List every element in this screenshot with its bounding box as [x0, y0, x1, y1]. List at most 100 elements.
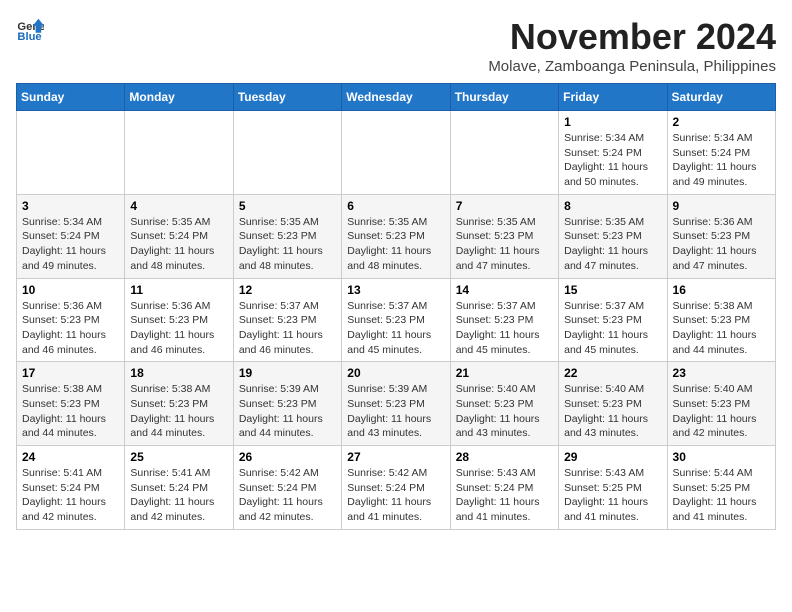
- day-info: Sunrise: 5:39 AM Sunset: 5:23 PM Dayligh…: [239, 382, 336, 441]
- day-info: Sunrise: 5:37 AM Sunset: 5:23 PM Dayligh…: [239, 299, 336, 358]
- calendar-cell: 21 Sunrise: 5:40 AM Sunset: 5:23 PM Dayli…: [450, 362, 558, 446]
- day-number: 26: [239, 450, 336, 464]
- calendar-cell: 15 Sunrise: 5:37 AM Sunset: 5:23 PM Dayli…: [559, 278, 667, 362]
- day-info: Sunrise: 5:35 AM Sunset: 5:23 PM Dayligh…: [456, 215, 553, 274]
- weekday-header-row: SundayMondayTuesdayWednesdayThursdayFrid…: [17, 84, 776, 111]
- day-info: Sunrise: 5:35 AM Sunset: 5:23 PM Dayligh…: [564, 215, 661, 274]
- calendar-cell: 5Sunrise: 5:35 AM Sunset: 5:23 PM Daylig…: [233, 194, 341, 278]
- day-number: 7: [456, 199, 553, 213]
- calendar-cell: 3 Sunrise: 5:34 AM Sunset: 5:24 PM Daylig…: [17, 194, 125, 278]
- calendar-cell: 18 Sunrise: 5:38 AM Sunset: 5:23 PM Dayli…: [125, 362, 233, 446]
- calendar-cell: 19 Sunrise: 5:39 AM Sunset: 5:23 PM Dayli…: [233, 362, 341, 446]
- day-number: 20: [347, 366, 444, 380]
- day-info: Sunrise: 5:42 AM Sunset: 5:24 PM Dayligh…: [347, 466, 444, 525]
- calendar-cell: 24Sunrise: 5:41 AM Sunset: 5:24 PM Dayli…: [17, 446, 125, 530]
- calendar: SundayMondayTuesdayWednesdayThursdayFrid…: [16, 83, 776, 530]
- day-info: Sunrise: 5:37 AM Sunset: 5:23 PM Dayligh…: [456, 299, 553, 358]
- day-number: 11: [130, 283, 227, 297]
- day-number: 3: [22, 199, 119, 213]
- day-info: Sunrise: 5:40 AM Sunset: 5:23 PM Dayligh…: [673, 382, 770, 441]
- calendar-cell: 8 Sunrise: 5:35 AM Sunset: 5:23 PM Daylig…: [559, 194, 667, 278]
- day-number: 15: [564, 283, 661, 297]
- day-number: 22: [564, 366, 661, 380]
- day-info: Sunrise: 5:36 AM Sunset: 5:23 PM Dayligh…: [22, 299, 119, 358]
- calendar-cell: 10 Sunrise: 5:36 AM Sunset: 5:23 PM Dayli…: [17, 278, 125, 362]
- month-title: November 2024: [488, 16, 776, 58]
- day-info: Sunrise: 5:35 AM Sunset: 5:24 PM Dayligh…: [130, 215, 227, 274]
- calendar-cell: 11 Sunrise: 5:36 AM Sunset: 5:23 PM Dayli…: [125, 278, 233, 362]
- calendar-week-5: 24Sunrise: 5:41 AM Sunset: 5:24 PM Dayli…: [17, 446, 776, 530]
- day-number: 14: [456, 283, 553, 297]
- day-info: Sunrise: 5:40 AM Sunset: 5:23 PM Dayligh…: [456, 382, 553, 441]
- day-info: Sunrise: 5:38 AM Sunset: 5:23 PM Dayligh…: [130, 382, 227, 441]
- day-number: 21: [456, 366, 553, 380]
- day-number: 28: [456, 450, 553, 464]
- day-number: 12: [239, 283, 336, 297]
- title-area: November 2024 Molave, Zamboanga Peninsul…: [488, 16, 776, 75]
- header: General Blue November 2024 Molave, Zambo…: [16, 16, 776, 75]
- day-info: Sunrise: 5:43 AM Sunset: 5:25 PM Dayligh…: [564, 466, 661, 525]
- weekday-header-wednesday: Wednesday: [342, 84, 450, 111]
- day-number: 30: [673, 450, 770, 464]
- day-info: Sunrise: 5:36 AM Sunset: 5:23 PM Dayligh…: [673, 215, 770, 274]
- calendar-week-2: 3 Sunrise: 5:34 AM Sunset: 5:24 PM Daylig…: [17, 194, 776, 278]
- calendar-cell: 25 Sunrise: 5:41 AM Sunset: 5:24 PM Dayli…: [125, 446, 233, 530]
- day-info: Sunrise: 5:34 AM Sunset: 5:24 PM Dayligh…: [564, 131, 661, 190]
- calendar-cell: 27 Sunrise: 5:42 AM Sunset: 5:24 PM Dayli…: [342, 446, 450, 530]
- day-number: 8: [564, 199, 661, 213]
- day-number: 19: [239, 366, 336, 380]
- calendar-cell: 13Sunrise: 5:37 AM Sunset: 5:23 PM Dayli…: [342, 278, 450, 362]
- calendar-cell: 29 Sunrise: 5:43 AM Sunset: 5:25 PM Dayli…: [559, 446, 667, 530]
- day-info: Sunrise: 5:35 AM Sunset: 5:23 PM Dayligh…: [239, 215, 336, 274]
- calendar-cell: 1 Sunrise: 5:34 AM Sunset: 5:24 PM Daylig…: [559, 111, 667, 195]
- day-info: Sunrise: 5:37 AM Sunset: 5:23 PM Dayligh…: [564, 299, 661, 358]
- calendar-cell: [342, 111, 450, 195]
- day-info: Sunrise: 5:39 AM Sunset: 5:23 PM Dayligh…: [347, 382, 444, 441]
- logo-icon: General Blue: [16, 16, 44, 44]
- day-number: 18: [130, 366, 227, 380]
- day-info: Sunrise: 5:42 AM Sunset: 5:24 PM Dayligh…: [239, 466, 336, 525]
- day-info: Sunrise: 5:43 AM Sunset: 5:24 PM Dayligh…: [456, 466, 553, 525]
- calendar-cell: 26 Sunrise: 5:42 AM Sunset: 5:24 PM Dayli…: [233, 446, 341, 530]
- day-number: 23: [673, 366, 770, 380]
- calendar-cell: 16 Sunrise: 5:38 AM Sunset: 5:23 PM Dayli…: [667, 278, 775, 362]
- calendar-cell: 17 Sunrise: 5:38 AM Sunset: 5:23 PM Dayli…: [17, 362, 125, 446]
- day-number: 29: [564, 450, 661, 464]
- calendar-week-1: 1 Sunrise: 5:34 AM Sunset: 5:24 PM Daylig…: [17, 111, 776, 195]
- calendar-cell: [450, 111, 558, 195]
- day-number: 10: [22, 283, 119, 297]
- day-number: 27: [347, 450, 444, 464]
- day-info: Sunrise: 5:41 AM Sunset: 5:24 PM Dayligh…: [130, 466, 227, 525]
- calendar-week-4: 17 Sunrise: 5:38 AM Sunset: 5:23 PM Dayli…: [17, 362, 776, 446]
- calendar-cell: 23 Sunrise: 5:40 AM Sunset: 5:23 PM Dayli…: [667, 362, 775, 446]
- calendar-cell: 4 Sunrise: 5:35 AM Sunset: 5:24 PM Daylig…: [125, 194, 233, 278]
- weekday-header-tuesday: Tuesday: [233, 84, 341, 111]
- day-number: 16: [673, 283, 770, 297]
- day-info: Sunrise: 5:40 AM Sunset: 5:23 PM Dayligh…: [564, 382, 661, 441]
- day-number: 25: [130, 450, 227, 464]
- logo: General Blue: [16, 16, 44, 44]
- day-info: Sunrise: 5:36 AM Sunset: 5:23 PM Dayligh…: [130, 299, 227, 358]
- calendar-cell: 22 Sunrise: 5:40 AM Sunset: 5:23 PM Dayli…: [559, 362, 667, 446]
- day-info: Sunrise: 5:38 AM Sunset: 5:23 PM Dayligh…: [22, 382, 119, 441]
- day-number: 1: [564, 115, 661, 129]
- day-info: Sunrise: 5:41 AM Sunset: 5:24 PM Dayligh…: [22, 466, 119, 525]
- day-number: 17: [22, 366, 119, 380]
- calendar-cell: 28 Sunrise: 5:43 AM Sunset: 5:24 PM Dayli…: [450, 446, 558, 530]
- day-info: Sunrise: 5:34 AM Sunset: 5:24 PM Dayligh…: [22, 215, 119, 274]
- weekday-header-saturday: Saturday: [667, 84, 775, 111]
- weekday-header-sunday: Sunday: [17, 84, 125, 111]
- calendar-cell: [233, 111, 341, 195]
- calendar-cell: 9Sunrise: 5:36 AM Sunset: 5:23 PM Daylig…: [667, 194, 775, 278]
- calendar-cell: 30Sunrise: 5:44 AM Sunset: 5:25 PM Dayli…: [667, 446, 775, 530]
- day-number: 4: [130, 199, 227, 213]
- weekday-header-thursday: Thursday: [450, 84, 558, 111]
- calendar-cell: 12 Sunrise: 5:37 AM Sunset: 5:23 PM Dayli…: [233, 278, 341, 362]
- day-info: Sunrise: 5:38 AM Sunset: 5:23 PM Dayligh…: [673, 299, 770, 358]
- calendar-cell: 6Sunrise: 5:35 AM Sunset: 5:23 PM Daylig…: [342, 194, 450, 278]
- location-title: Molave, Zamboanga Peninsula, Philippines: [488, 58, 776, 75]
- day-info: Sunrise: 5:34 AM Sunset: 5:24 PM Dayligh…: [673, 131, 770, 190]
- weekday-header-monday: Monday: [125, 84, 233, 111]
- calendar-cell: 2Sunrise: 5:34 AM Sunset: 5:24 PM Daylig…: [667, 111, 775, 195]
- day-number: 13: [347, 283, 444, 297]
